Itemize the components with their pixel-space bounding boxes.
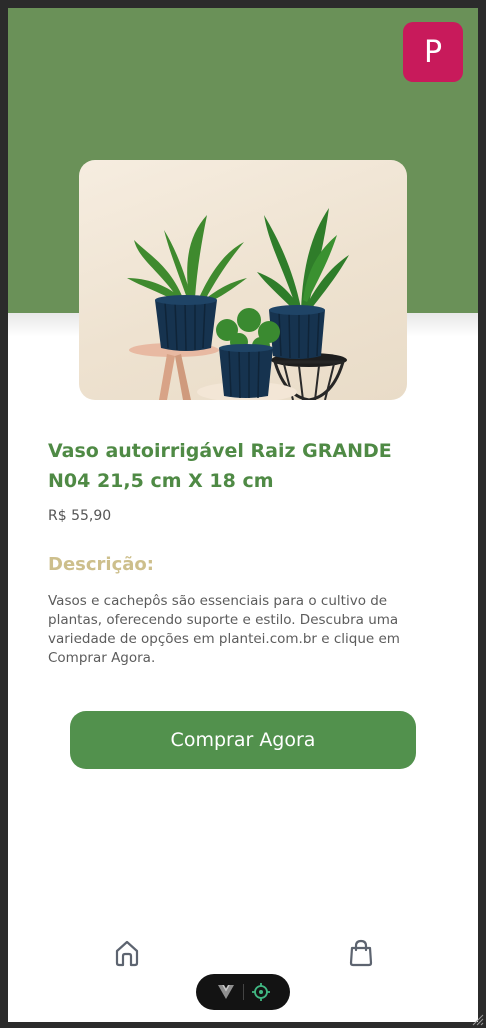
- description-heading: Descrição:: [48, 554, 154, 575]
- app-frame: P Vaso autoirrigável Raiz GRANDE N04 21,…: [0, 0, 486, 1028]
- vue-logo-icon: [217, 985, 234, 999]
- buy-now-button[interactable]: Comprar Agora: [70, 711, 416, 769]
- description-text: Vasos e cachepôs são essenciais para o c…: [48, 593, 400, 666]
- vue-devtools-toggle[interactable]: [196, 974, 290, 1010]
- avatar-letter: P: [423, 34, 443, 70]
- product-title: Vaso autoirrigável Raiz GRANDE N04 21,5 …: [48, 440, 392, 492]
- user-avatar[interactable]: P: [403, 22, 463, 82]
- crosshair-icon[interactable]: [251, 983, 270, 1001]
- mobile-screen: P Vaso autoirrigável Raiz GRANDE N04 21,…: [8, 8, 478, 1022]
- shopping-bag-icon: [349, 939, 373, 967]
- nav-cart[interactable]: [346, 938, 376, 968]
- product-image: [79, 160, 407, 400]
- devtools-separator: [242, 984, 244, 1000]
- nav-home[interactable]: [112, 938, 142, 968]
- resize-handle-icon[interactable]: [470, 1012, 484, 1026]
- product-price: R$ 55,90: [48, 508, 112, 524]
- home-icon: [115, 940, 139, 967]
